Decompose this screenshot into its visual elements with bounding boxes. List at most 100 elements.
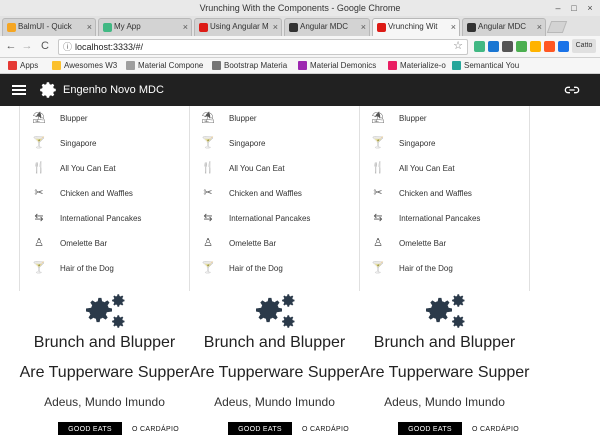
bookmark-item[interactable]: Semantical You — [452, 58, 519, 73]
vue-icon[interactable] — [474, 41, 485, 52]
bookmark-favicon-icon — [52, 61, 61, 70]
close-window-button[interactable]: × — [584, 2, 596, 14]
menu-item[interactable]: 🍸 Singapore — [359, 131, 530, 156]
browser-tab[interactable]: My App × — [98, 18, 192, 36]
page-icon — [212, 61, 221, 70]
link-icon[interactable] — [564, 83, 580, 97]
card-title: Brunch and Blupper — [33, 334, 176, 351]
good-eats-button[interactable]: GOOD EATS — [58, 422, 122, 435]
tab-favicon-icon — [199, 23, 208, 32]
gears-icon — [423, 294, 467, 330]
good-eats-button[interactable]: GOOD EATS — [228, 422, 292, 435]
bookmark-item[interactable]: Bootstrap Materia — [212, 58, 287, 73]
bookmark-item[interactable]: Materialize-o — [388, 58, 446, 73]
bookmark-item[interactable]: Awesomes W3 — [52, 58, 117, 73]
bookmarks-bar: Apps Awesomes W3 Material Compone Bootst… — [0, 58, 600, 74]
forward-button[interactable]: → — [20, 39, 34, 53]
window-title: Vrunching With the Components - Google C… — [199, 3, 401, 13]
menu-item[interactable]: ⛱ Blupper — [359, 106, 530, 131]
menu-list: ⛱ Blupper 🍸 Singapore 🍴 All You Can Eat ✂ Chick… — [19, 106, 190, 291]
bookmark-favicon-icon — [452, 61, 461, 70]
tab-label: Angular MDC — [300, 22, 349, 31]
hamburger-menu-icon[interactable] — [12, 83, 26, 97]
menu-item-label: Singapore — [229, 139, 266, 148]
menu-item-label: Chicken and Waffles — [229, 189, 302, 198]
url-text: localhost:3333/#/ — [75, 42, 144, 52]
menu-item[interactable]: 🍸 Singapore — [189, 131, 360, 156]
browser-tab-active[interactable]: Vrunching Wit × — [372, 18, 460, 36]
new-tab-button[interactable] — [546, 21, 568, 33]
cardapio-button[interactable]: O CARDÁPIO — [302, 422, 356, 435]
menu-list: ⛱ Blupper 🍸 Singapore 🍴 All You Can Eat ✂ Chick… — [359, 106, 530, 291]
menu-item[interactable]: ♙ Omelette Bar — [359, 231, 530, 256]
menu-item[interactable]: ⇆ International Pancakes — [20, 206, 191, 231]
shield-icon[interactable] — [516, 41, 527, 52]
back-button[interactable]: ← — [4, 39, 18, 53]
bookmark-item[interactable]: Material Demonics — [298, 58, 376, 73]
cardapio-button[interactable]: O CARDÁPIO — [132, 422, 186, 435]
profile-icon[interactable] — [558, 41, 569, 52]
tab-favicon-icon — [7, 23, 16, 32]
menu-item[interactable]: 🍴 All You Can Eat — [189, 156, 360, 181]
menu-item[interactable]: 🍴 All You Can Eat — [359, 156, 530, 181]
site-info-icon[interactable]: ⓘ — [63, 40, 72, 54]
tab-close-icon[interactable]: × — [361, 19, 366, 35]
tab-close-icon[interactable]: × — [537, 19, 542, 35]
card-title-line2: Are Tupperware Supper — [189, 364, 360, 381]
menu-item[interactable]: ✂ Chicken and Waffles — [20, 181, 191, 206]
menu-item[interactable]: 🍴 All You Can Eat — [20, 156, 191, 181]
user-badge-label: Catto — [575, 42, 593, 49]
menu-item[interactable]: ⇆ International Pancakes — [359, 206, 530, 231]
bookmark-star-icon[interactable]: ☆ — [453, 39, 463, 53]
maximize-button[interactable]: □ — [568, 2, 580, 14]
menu-item-label: All You Can Eat — [399, 164, 455, 173]
menu-item[interactable]: ✂ Chicken and Waffles — [359, 181, 530, 206]
browser-tab[interactable]: Using Angular M × — [194, 18, 282, 36]
tab-close-icon[interactable]: × — [183, 19, 188, 35]
puzzle-icon[interactable] — [502, 41, 513, 52]
window-controls: – □ × — [552, 2, 596, 14]
menu-item[interactable]: 🍸 Hair of the Dog — [20, 256, 191, 281]
browser-tab[interactable]: Angular MDC × — [284, 18, 370, 36]
moon-icon[interactable] — [530, 41, 541, 52]
menu-item[interactable]: ⛱ Blupper — [189, 106, 360, 131]
browser-tab[interactable]: Angular MDC × — [462, 18, 546, 36]
user-badge[interactable]: Catto — [572, 39, 596, 53]
card-title-line2: Are Tupperware Supper — [359, 364, 530, 381]
bookmark-item[interactable]: Material Compone — [126, 58, 203, 73]
dining-icon: ✂ — [34, 187, 44, 199]
menu-item-label: Chicken and Waffles — [399, 189, 472, 198]
browser-tab[interactable]: BalmUI - Quick × — [2, 18, 96, 36]
menu-item[interactable]: ⇆ International Pancakes — [189, 206, 360, 231]
apps-grid-icon — [8, 61, 17, 70]
menu-item[interactable]: 🍸 Singapore — [20, 131, 191, 156]
good-eats-button[interactable]: GOOD EATS — [398, 422, 462, 435]
content-column: ⛱ Blupper 🍸 Singapore 🍴 All You Can Eat ✂ Chick… — [359, 106, 530, 435]
cardapio-button[interactable]: O CARDÁPIO — [472, 422, 526, 435]
bookmark-apps[interactable]: Apps — [8, 58, 38, 73]
reload-button[interactable]: C — [38, 39, 52, 53]
minimize-button[interactable]: – — [552, 2, 564, 14]
cocktail-icon: 🍸 — [32, 262, 46, 274]
app-title: Engenho Novo MDC — [63, 84, 164, 96]
menu-item-label: Singapore — [60, 139, 97, 148]
menu-item[interactable]: ♙ Omelette Bar — [189, 231, 360, 256]
menu-item-label: Hair of the Dog — [229, 264, 283, 273]
menu-item[interactable]: 🍸 Hair of the Dog — [359, 256, 530, 281]
menu-item[interactable]: ✂ Chicken and Waffles — [189, 181, 360, 206]
cocktail-icon: 🍸 — [32, 137, 46, 149]
person-icon: ♙ — [373, 237, 383, 249]
tab-label: My App — [114, 22, 141, 31]
tab-close-icon[interactable]: × — [87, 19, 92, 35]
url-input[interactable]: ⓘ localhost:3333/#/ ☆ — [58, 39, 468, 55]
menu-item[interactable]: ⛱ Blupper — [20, 106, 191, 131]
menu-item[interactable]: 🍸 Hair of the Dog — [189, 256, 360, 281]
menu-item[interactable]: ♙ Omelette Bar — [20, 231, 191, 256]
tab-close-icon[interactable]: × — [273, 19, 278, 35]
tab-close-icon[interactable]: × — [451, 19, 456, 35]
menu-item-label: All You Can Eat — [229, 164, 285, 173]
restaurant-icon: 🍴 — [32, 162, 46, 174]
bookmark-favicon-icon — [298, 61, 307, 70]
vuetify-icon[interactable] — [488, 41, 499, 52]
bar-icon[interactable] — [544, 41, 555, 52]
